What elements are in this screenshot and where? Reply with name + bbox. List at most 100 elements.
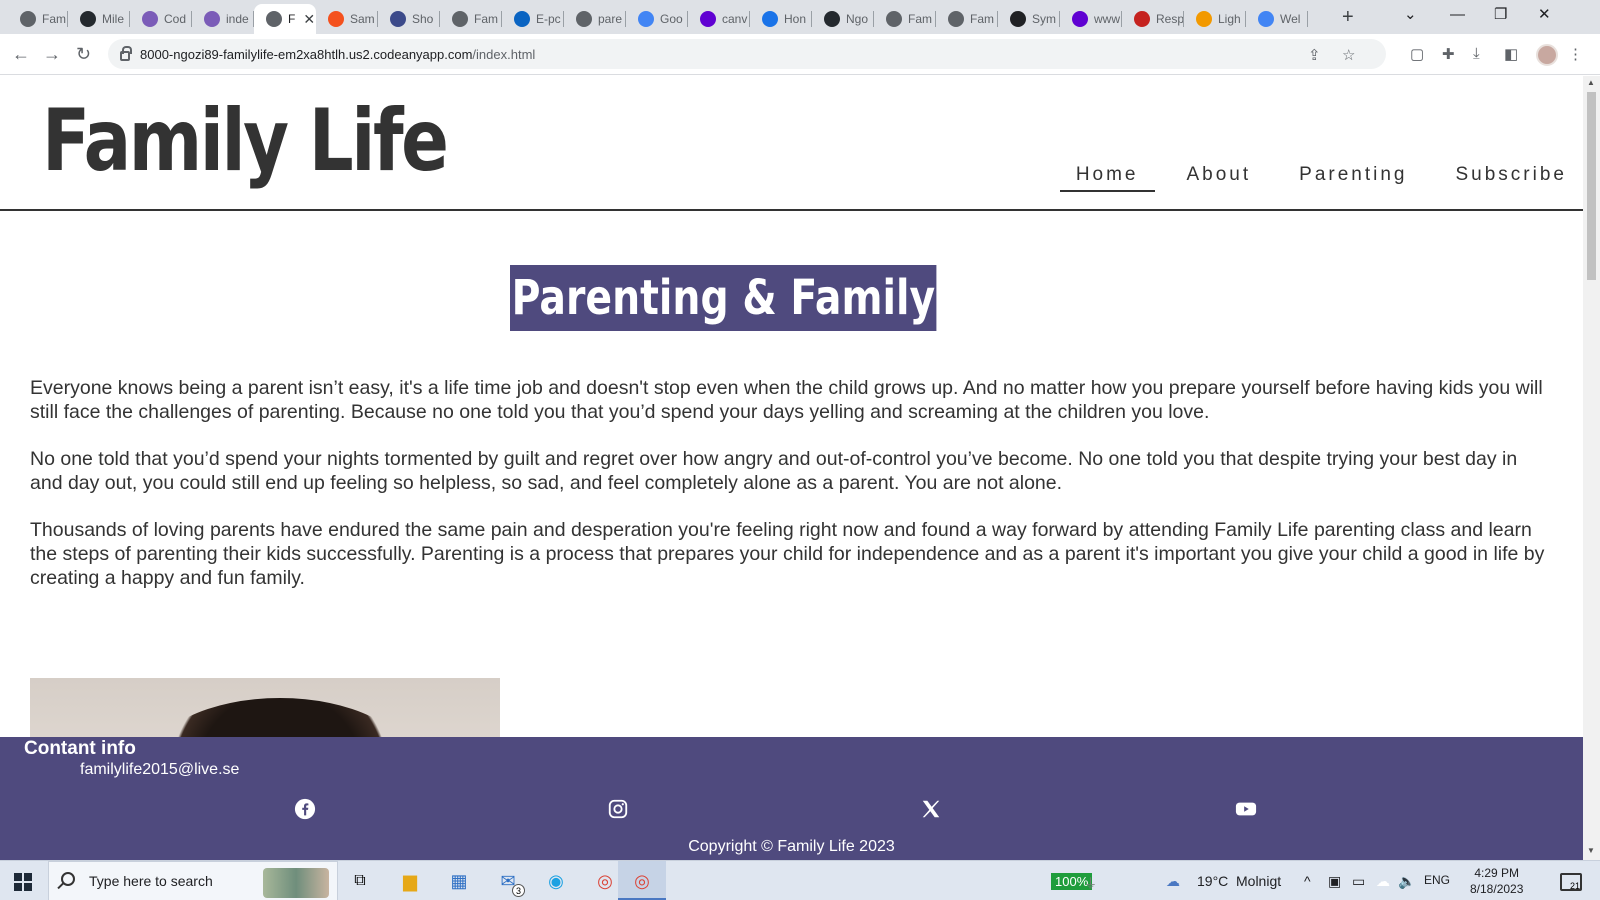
lock-icon (120, 46, 132, 61)
chrome-icon[interactable]: ◎ (593, 869, 617, 893)
globe-icon (886, 11, 902, 27)
browser-tab[interactable]: canv (688, 4, 750, 34)
browser-tab[interactable]: Wel (1246, 4, 1308, 34)
new-tab-icon[interactable]: + (1342, 4, 1354, 30)
browser-tab[interactable]: F ✕ (254, 4, 316, 34)
weather-temp[interactable]: 19°C (1197, 873, 1228, 889)
browser-tab[interactable]: Ngo (812, 4, 874, 34)
browser-tab-label: Fam (970, 12, 994, 26)
browser-tab[interactable]: Mile (68, 4, 130, 34)
windows-taskbar: Type here to search ⧉ ▆ ▦ ✉ 3 ◉ ◎ ◎ 100%… (0, 860, 1600, 900)
footer-heading: Contant info (24, 738, 136, 759)
notifications-icon[interactable]: 21 (1560, 873, 1582, 891)
taskbar-search[interactable]: Type here to search (48, 861, 338, 900)
browser-tab[interactable]: Fam (440, 4, 502, 34)
browser-tab[interactable]: Fam (874, 4, 936, 34)
youtube-icon[interactable] (1234, 797, 1258, 821)
scroll-down-icon[interactable]: ▼ (1587, 846, 1595, 855)
forward-icon[interactable]: → (43, 42, 61, 66)
notifications-count: 21 (1569, 881, 1580, 891)
browser-tab-label: Hon (784, 12, 807, 26)
browser-tab[interactable]: Sam (316, 4, 378, 34)
close-tab-icon[interactable]: ✕ (303, 11, 315, 28)
browser-tab[interactable]: pare (564, 4, 626, 34)
github-icon (824, 11, 840, 27)
main-nav: Home About Parenting Subscribe (1044, 164, 1583, 192)
copyright-text: Copyright © Family Life 2023 (688, 838, 895, 855)
browser-menu-icon[interactable]: ⋮ (1568, 45, 1583, 63)
close-window-icon[interactable]: ✕ (1538, 2, 1551, 28)
scroll-up-icon[interactable]: ▲ (1587, 78, 1595, 87)
clock-time: 4:29 PM (1474, 866, 1520, 880)
extension-box-icon[interactable]: ▢ (1410, 45, 1424, 63)
globe-icon (452, 11, 468, 27)
start-button[interactable] (14, 873, 32, 891)
search-icon (61, 872, 75, 886)
volume-icon[interactable]: 🔈 (1398, 873, 1415, 890)
weather-text[interactable]: Molnigt (1236, 873, 1281, 889)
page-scrollbar[interactable]: ▲ ▼ (1583, 76, 1600, 860)
plug-icon: ⏚ (1084, 876, 1098, 891)
browser-tab[interactable]: Hon (750, 4, 812, 34)
browser-tab[interactable]: Fam (8, 4, 68, 34)
cube-icon (142, 11, 158, 27)
intro-paragraph-1: Everyone knows being a parent isn’t easy… (30, 377, 1543, 423)
taskbar-clock[interactable]: 4:29 PM 8/18/2023 (1470, 865, 1523, 897)
browser-tab[interactable]: Fam (936, 4, 998, 34)
nav-home[interactable]: Home (1059, 164, 1155, 192)
site-header: Family Life Home About Parenting Subscri… (0, 76, 1583, 211)
edge-icon[interactable]: ◉ (544, 869, 568, 893)
browser-tab[interactable]: E-pc (502, 4, 564, 34)
browser-tab-label: Resp (1156, 12, 1184, 26)
nav-parenting[interactable]: Parenting (1283, 164, 1423, 192)
restore-icon[interactable]: ❐ (1494, 2, 1507, 28)
browser-tab[interactable]: Sym (998, 4, 1060, 34)
browser-tab-label: Ngo (846, 12, 869, 26)
extensions-puzzle-icon[interactable]: ✚ (1442, 45, 1455, 63)
globe-icon (576, 11, 592, 27)
instagram-icon[interactable] (606, 797, 630, 821)
tray-expand-icon[interactable]: ^ (1304, 873, 1311, 889)
profile-avatar[interactable] (1536, 44, 1558, 66)
browser-tab-label: F (288, 12, 296, 26)
smiley-icon (1010, 11, 1026, 27)
browser-tab-label: Ligh (1218, 12, 1241, 26)
task-view-icon[interactable]: ⧉ (348, 869, 372, 893)
browser-tab[interactable]: Sho (378, 4, 440, 34)
store-icon[interactable]: ▦ (447, 869, 471, 893)
nav-subscribe[interactable]: Subscribe (1440, 164, 1584, 192)
tab-separator (1307, 11, 1308, 27)
meet-icon[interactable]: ▣ (1328, 873, 1341, 890)
browser-tab[interactable]: inde (192, 4, 254, 34)
battery-icon[interactable]: ▭ (1352, 873, 1365, 890)
language-indicator[interactable]: ENG (1424, 873, 1450, 887)
bookmark-star-icon[interactable]: ☆ (1342, 46, 1355, 64)
browser-tab[interactable]: Ligh (1184, 4, 1246, 34)
address-bar[interactable]: 8000-ngozi89-familylife-em2xa8htlh.us2.c… (108, 39, 1386, 69)
nav-about[interactable]: About (1171, 164, 1268, 192)
browser-tab-strip: Fam Mile Cod inde F ✕ Sam Sho Fam E-pc pare Goo canv… (0, 0, 1600, 34)
browser-tab-label: Cod (164, 12, 187, 26)
x-icon[interactable] (919, 797, 943, 821)
onedrive-icon[interactable]: ☁ (1376, 873, 1390, 890)
scroll-thumb[interactable] (1587, 92, 1596, 280)
side-panel-icon[interactable]: ◧ (1504, 45, 1518, 63)
back-icon[interactable]: ← (12, 42, 30, 66)
browser-tab[interactable]: Resp (1122, 4, 1184, 34)
site-logo[interactable]: Family Life (42, 90, 449, 193)
browser-tab[interactable]: Cod (130, 4, 192, 34)
footer-email[interactable]: familylife2015@live.se (80, 761, 239, 779)
browser-tab[interactable]: www (1060, 4, 1122, 34)
browser-tab[interactable]: Goo (626, 4, 688, 34)
file-explorer-icon[interactable]: ▆ (398, 869, 422, 893)
minimize-icon[interactable]: — (1450, 2, 1465, 28)
tab-search-icon[interactable]: ⌄ (1404, 2, 1417, 28)
globe-icon (266, 11, 282, 27)
download-icon[interactable]: ⤓ (1473, 45, 1480, 62)
facebook-icon[interactable] (293, 797, 317, 821)
chrome-profile-icon[interactable]: ◎ (630, 869, 654, 893)
intro-content: Everyone knows being a parent isn’t easy… (30, 376, 1550, 613)
share-icon[interactable]: ⇪ (1308, 46, 1321, 64)
reload-icon[interactable]: ↻ (76, 42, 91, 66)
weather-cloud-icon[interactable]: ☁ (1166, 873, 1180, 890)
